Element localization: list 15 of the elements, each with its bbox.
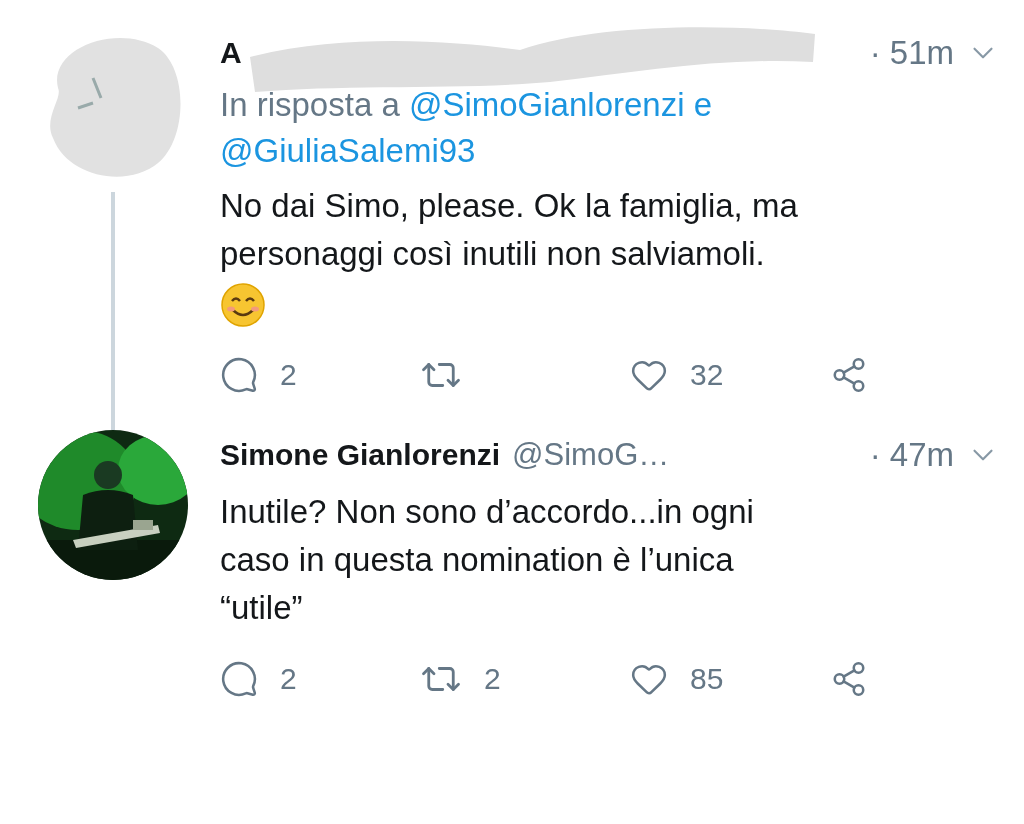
like-count: 32	[690, 358, 724, 392]
reply-context: In risposta a @SimoGianlorenzi e @GiuliaSalemi93	[220, 85, 714, 171]
reply-count: 2	[280, 358, 297, 392]
tweet-text: Inutile? Non sono d’accordo...in ogni caso in questa nomination è l’unica “utile”	[220, 492, 755, 628]
user-handle: @SimoG…	[512, 437, 670, 473]
timestamp: · 47m	[869, 436, 954, 474]
user-name[interactable]: A	[220, 36, 242, 70]
reply-icon[interactable]	[220, 356, 258, 394]
retweet-count: 2	[484, 662, 501, 696]
reply-icon[interactable]	[220, 660, 258, 698]
user-name[interactable]: Simone Gianlorenzi	[220, 438, 501, 472]
tweet-text: No dai Simo, please. Ok la famiglia, ma personaggi così inutili non salviamoli.	[220, 186, 799, 274]
timestamp: · 51m	[869, 34, 954, 72]
like-count: 85	[690, 662, 724, 696]
reply-count: 2	[280, 662, 297, 696]
